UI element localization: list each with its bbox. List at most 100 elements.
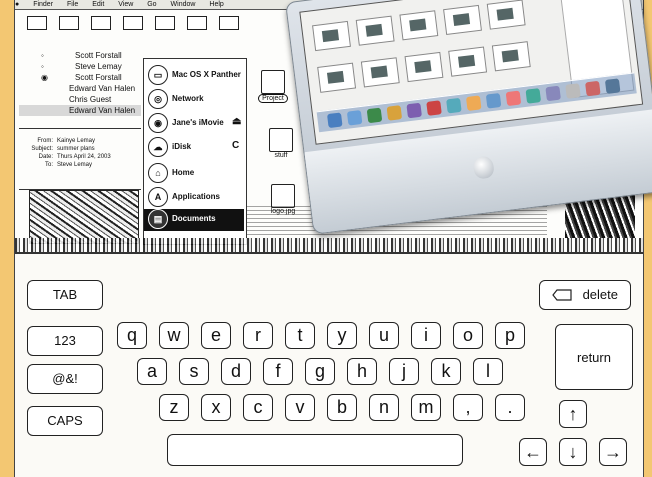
message-row[interactable]: ◦ Steve Lemay	[19, 61, 141, 72]
sender-name: Edward Van Halen	[69, 106, 136, 115]
return-key[interactable]: return	[555, 324, 633, 390]
sync-icon[interactable]: C	[232, 140, 239, 151]
sidebar-item-documents[interactable]: ▤ Documents	[144, 209, 244, 231]
key-b[interactable]: b	[327, 394, 357, 421]
key-l[interactable]: l	[473, 358, 503, 385]
key-w[interactable]: w	[159, 322, 189, 349]
to-value: Steve Lemay	[57, 162, 93, 168]
file-stuff[interactable]: stuff	[259, 128, 303, 159]
dock-icon	[406, 102, 422, 119]
key-k[interactable]: k	[431, 358, 461, 385]
dock-icon	[525, 88, 542, 104]
thumbnail	[443, 4, 482, 36]
key-s[interactable]: s	[179, 358, 209, 385]
key-r[interactable]: r	[243, 322, 273, 349]
menu-help[interactable]: Help	[209, 1, 223, 8]
key-t[interactable]: t	[285, 322, 315, 349]
key-m[interactable]: m	[411, 394, 441, 421]
menu-view[interactable]: View	[118, 1, 133, 8]
key-h[interactable]: h	[347, 358, 377, 385]
key-y[interactable]: y	[327, 322, 357, 349]
key-c[interactable]: c	[243, 394, 273, 421]
dock-icon	[545, 85, 561, 102]
delete-key-label: delete	[582, 287, 618, 302]
delete-mail-icon[interactable]	[27, 16, 47, 30]
key-x[interactable]: x	[201, 394, 231, 421]
key-q[interactable]: q	[117, 322, 147, 349]
to-label: To:	[44, 162, 53, 168]
key-comma[interactable]: ,	[453, 394, 483, 421]
junk-mail-icon[interactable]	[59, 16, 79, 30]
key-o[interactable]: o	[453, 322, 483, 349]
message-row[interactable]: ◦ Scott Forstall	[19, 50, 141, 61]
menu-finder[interactable]: Finder	[33, 1, 53, 8]
reply-all-icon[interactable]	[123, 16, 143, 30]
drive-icon: ▭	[148, 65, 168, 85]
sender-name: Edward Van Halen	[69, 84, 136, 93]
key-period[interactable]: .	[495, 394, 525, 421]
key-d[interactable]: d	[221, 358, 251, 385]
key-g[interactable]: g	[305, 358, 335, 385]
dock-icon	[366, 107, 383, 124]
message-row[interactable]: Chris Guest	[19, 94, 141, 105]
forward-icon[interactable]	[155, 16, 175, 30]
arrow-down-key[interactable]: ↓	[559, 438, 587, 466]
sidebar-item-label: Home	[172, 168, 195, 177]
key-p[interactable]: p	[495, 322, 525, 349]
sidebar-item-label: iDisk	[172, 142, 192, 151]
file-label: stuff	[274, 152, 288, 159]
message-row[interactable]: Edward Van Halen	[19, 83, 141, 94]
key-f[interactable]: f	[263, 358, 293, 385]
apple-menu-icon[interactable]: ●	[15, 1, 19, 8]
dock-icon	[386, 105, 403, 121]
delete-key[interactable]: delete	[539, 280, 631, 310]
arrow-up-key[interactable]: ↑	[559, 400, 587, 428]
numbers-key[interactable]: 123	[27, 326, 103, 356]
message-row-selected[interactable]: Edward Van Halen	[19, 105, 141, 116]
caps-key[interactable]: CAPS	[27, 406, 103, 436]
dock-icon	[585, 80, 601, 97]
space-bar[interactable]	[167, 434, 463, 466]
globe-icon: ◎	[148, 89, 168, 109]
subject-value: summer plans	[57, 146, 95, 152]
sidebar-item-label: Mac OS X Panther	[172, 70, 241, 79]
subject-label: Subject:	[31, 146, 53, 152]
get-mail-icon[interactable]	[219, 16, 239, 30]
sender-name: Scott Forstall	[75, 73, 122, 82]
thumbnail	[486, 0, 526, 30]
key-z[interactable]: z	[159, 394, 189, 421]
sidebar-item-label: Jane's iMovie	[172, 118, 224, 127]
eject-icon[interactable]: ⏏	[232, 116, 241, 127]
key-e[interactable]: e	[201, 322, 231, 349]
delete-icon	[552, 289, 572, 301]
dock-icon	[565, 83, 581, 99]
message-row[interactable]: ◉ Scott Forstall	[19, 72, 141, 83]
status-marker: ◦	[41, 51, 44, 60]
menu-file[interactable]: File	[67, 1, 78, 8]
dock-icon	[446, 97, 462, 114]
key-i[interactable]: i	[411, 322, 441, 349]
arrow-right-key[interactable]: →	[599, 438, 627, 466]
key-n[interactable]: n	[369, 394, 399, 421]
dock-icon	[465, 95, 482, 111]
file-project[interactable]: Project	[251, 70, 295, 103]
message-header: From: Kainye Lemay Subject: summer plans D…	[19, 128, 141, 190]
menu-edit[interactable]: Edit	[92, 1, 104, 8]
menu-window[interactable]: Window	[171, 1, 196, 8]
key-u[interactable]: u	[369, 322, 399, 349]
symbols-key[interactable]: @&!	[27, 364, 103, 394]
key-a[interactable]: a	[137, 358, 167, 385]
sidebar-item-label: Applications	[172, 192, 221, 201]
folder-icon	[269, 128, 293, 152]
key-v[interactable]: v	[285, 394, 315, 421]
new-message-icon[interactable]	[187, 16, 207, 30]
tab-key[interactable]: TAB	[27, 280, 103, 310]
status-marker: ◦	[41, 62, 44, 71]
dock-icon	[485, 92, 502, 109]
reply-icon[interactable]	[91, 16, 111, 30]
key-j[interactable]: j	[389, 358, 419, 385]
sidebar-item-label: Network	[172, 94, 204, 103]
arrow-left-key[interactable]: ←	[519, 438, 547, 466]
folder-icon	[261, 70, 285, 94]
menu-go[interactable]: Go	[147, 1, 156, 8]
